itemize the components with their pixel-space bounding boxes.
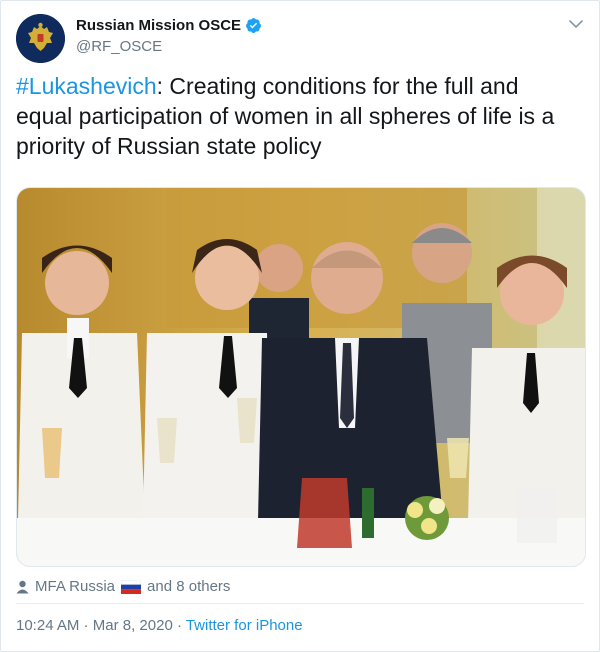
tweet-date[interactable]: Mar 8, 2020	[93, 617, 173, 634]
russian-coat-of-arms-icon	[16, 14, 65, 63]
author-avatar[interactable]	[16, 14, 65, 63]
divider	[16, 603, 584, 604]
tweet-source-link[interactable]: Twitter for iPhone	[186, 617, 303, 634]
author-name[interactable]: Russian Mission OSCE	[76, 17, 262, 34]
photo-illustration	[17, 188, 585, 566]
tagged-others[interactable]: and 8 others	[147, 578, 230, 595]
tagged-first-user[interactable]: MFA Russia	[35, 578, 115, 595]
author-handle[interactable]: @RF_OSCE	[76, 38, 162, 55]
meta-separator-2: ·	[172, 617, 186, 634]
chevron-down-icon[interactable]	[567, 15, 585, 33]
person-icon	[16, 580, 29, 593]
author-display-name[interactable]: Russian Mission OSCE	[76, 17, 241, 34]
tagged-users[interactable]: MFA Russia and 8 others	[16, 578, 230, 595]
verified-badge-icon	[246, 18, 261, 33]
tweet-card: Russian Mission OSCE @RF_OSCE #Lukashevi…	[0, 0, 600, 652]
hashtag-link[interactable]: #Lukashevich	[16, 73, 157, 99]
tweet-text: #Lukashevich: Creating conditions for th…	[16, 71, 576, 161]
tweet-meta: 10:24 AM · Mar 8, 2020 · Twitter for iPh…	[16, 617, 303, 634]
tweet-photo[interactable]	[16, 187, 586, 567]
meta-separator: ·	[79, 617, 93, 634]
russia-flag-icon	[121, 579, 142, 594]
tweet-time[interactable]: 10:24 AM	[16, 617, 79, 634]
